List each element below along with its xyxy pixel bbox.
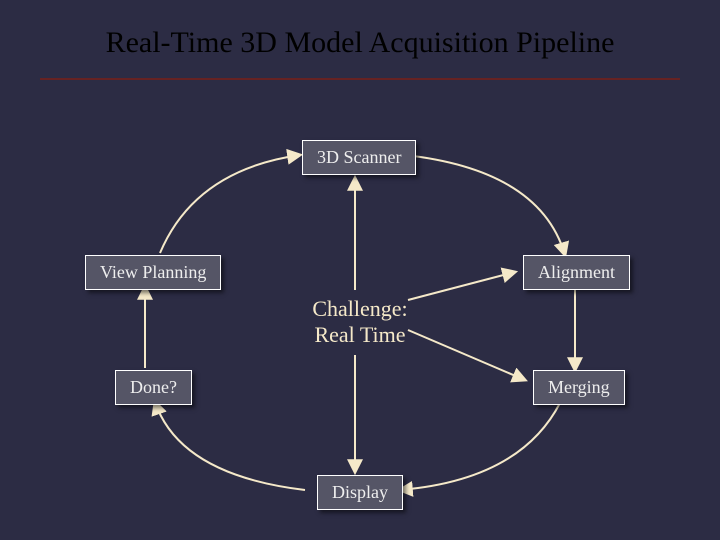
slide: Real-Time 3D Model Acquisition Pipeline [0, 0, 720, 540]
center-line1: Challenge: [312, 296, 407, 321]
node-view-planning: View Planning [85, 255, 221, 290]
node-scanner: 3D Scanner [302, 140, 416, 175]
slide-title: Real-Time 3D Model Acquisition Pipeline [0, 26, 720, 60]
node-done: Done? [115, 370, 192, 405]
node-display: Display [317, 475, 403, 510]
node-merging: Merging [533, 370, 625, 405]
title-underline [40, 78, 680, 80]
center-line2: Real Time [314, 322, 405, 347]
center-label: Challenge: Real Time [300, 296, 420, 349]
node-alignment: Alignment [523, 255, 630, 290]
